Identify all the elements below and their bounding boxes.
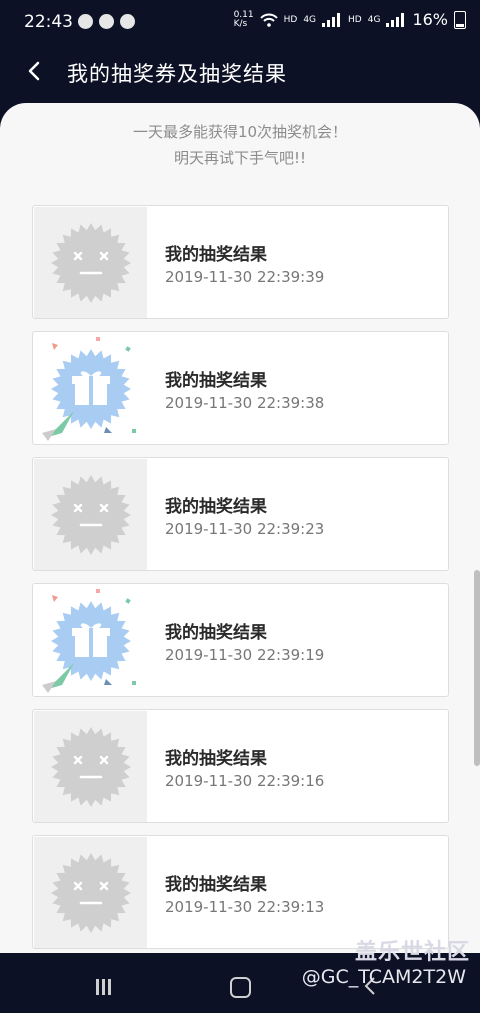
page-title: 我的抽奖券及抽奖结果 [67, 62, 287, 86]
no-prize-thumbnail [34, 459, 147, 570]
result-timestamp: 2019-11-30 22:39:23 [165, 520, 325, 538]
sad-face-icon [51, 727, 131, 807]
prize-thumbnail [34, 585, 147, 696]
back-arrow-icon[interactable] [24, 60, 46, 82]
status-time: 22:43 [24, 12, 73, 32]
result-timestamp: 2019-11-30 22:39:16 [165, 772, 325, 790]
result-timestamp: 2019-11-30 22:39:39 [165, 268, 325, 286]
sad-face-icon [51, 475, 131, 555]
result-item[interactable]: 我的抽奖结果 2019-11-30 22:39:16 [32, 709, 449, 823]
home-button[interactable] [230, 977, 251, 998]
wifi-icon [259, 13, 278, 27]
sad-face-icon [51, 853, 131, 933]
result-title: 我的抽奖结果 [165, 749, 267, 769]
network-type-label: 4G [367, 14, 381, 25]
result-timestamp: 2019-11-30 22:39:19 [165, 646, 325, 664]
app-notification-icon [78, 14, 93, 29]
result-title: 我的抽奖结果 [165, 371, 267, 391]
no-prize-thumbnail [34, 207, 147, 318]
hd-label: HD [348, 14, 362, 25]
signal-icon [322, 12, 342, 27]
result-title: 我的抽奖结果 [165, 497, 267, 517]
hd-label: HD [283, 14, 298, 25]
result-item[interactable]: 我的抽奖结果 2019-11-30 22:39:23 [32, 457, 449, 571]
result-item[interactable]: 我的抽奖结果 2019-11-30 22:39:19 [32, 583, 449, 697]
confetti-icon [42, 589, 136, 693]
battery-icon [454, 10, 466, 29]
scrollbar[interactable] [474, 570, 480, 766]
result-title: 我的抽奖结果 [165, 245, 267, 265]
result-item[interactable]: 我的抽奖结果 2019-11-30 22:39:13 [32, 835, 449, 949]
notice-line-1: 一天最多能获得10次抽奖机会！ [132, 123, 348, 141]
confetti-icon [42, 337, 136, 441]
signal-icon [386, 12, 406, 27]
notification-icons [78, 14, 135, 29]
result-list: 我的抽奖结果 2019-11-30 22:39:39 我的抽奖结果 2019-11-3… [32, 205, 449, 953]
result-item[interactable]: 我的抽奖结果 2019-11-30 22:39:39 [32, 205, 449, 319]
recent-apps-button[interactable] [96, 979, 114, 999]
app-notification-icon [120, 14, 135, 29]
net-speed-unit: K/s [233, 18, 248, 29]
daily-limit-notice: 一天最多能获得10次抽奖机会！ 明天再试下手气吧!! [0, 119, 480, 171]
watermark-brand: 盖乐世社区 [354, 940, 470, 965]
prize-thumbnail [34, 333, 147, 444]
result-title: 我的抽奖结果 [165, 875, 267, 895]
sad-face-icon [51, 223, 131, 303]
watermark-handle: @GC_TCAM2T2W [301, 966, 466, 988]
network-type-label: 4G [303, 14, 317, 25]
net-speed: 0.11 K/s [233, 10, 254, 29]
result-timestamp: 2019-11-30 22:39:38 [165, 394, 325, 412]
status-bar: 22:43 0.11 K/s HD 4G HD 4G 16% [0, 0, 480, 44]
no-prize-thumbnail [34, 711, 147, 822]
status-indicators: 0.11 K/s HD 4G HD 4G 16% [234, 10, 466, 29]
result-title: 我的抽奖结果 [165, 623, 267, 643]
result-timestamp: 2019-11-30 22:39:13 [165, 898, 325, 916]
notice-line-2: 明天再试下手气吧!! [173, 149, 307, 167]
title-bar: 我的抽奖券及抽奖结果 [0, 44, 480, 100]
battery-percent: 16% [412, 10, 448, 29]
app-notification-icon [99, 14, 114, 29]
no-prize-thumbnail [34, 837, 147, 948]
results-panel: 一天最多能获得10次抽奖机会！ 明天再试下手气吧!! 我的抽奖结果 2019-11… [0, 103, 480, 953]
result-item[interactable]: 我的抽奖结果 2019-11-30 22:39:38 [32, 331, 449, 445]
